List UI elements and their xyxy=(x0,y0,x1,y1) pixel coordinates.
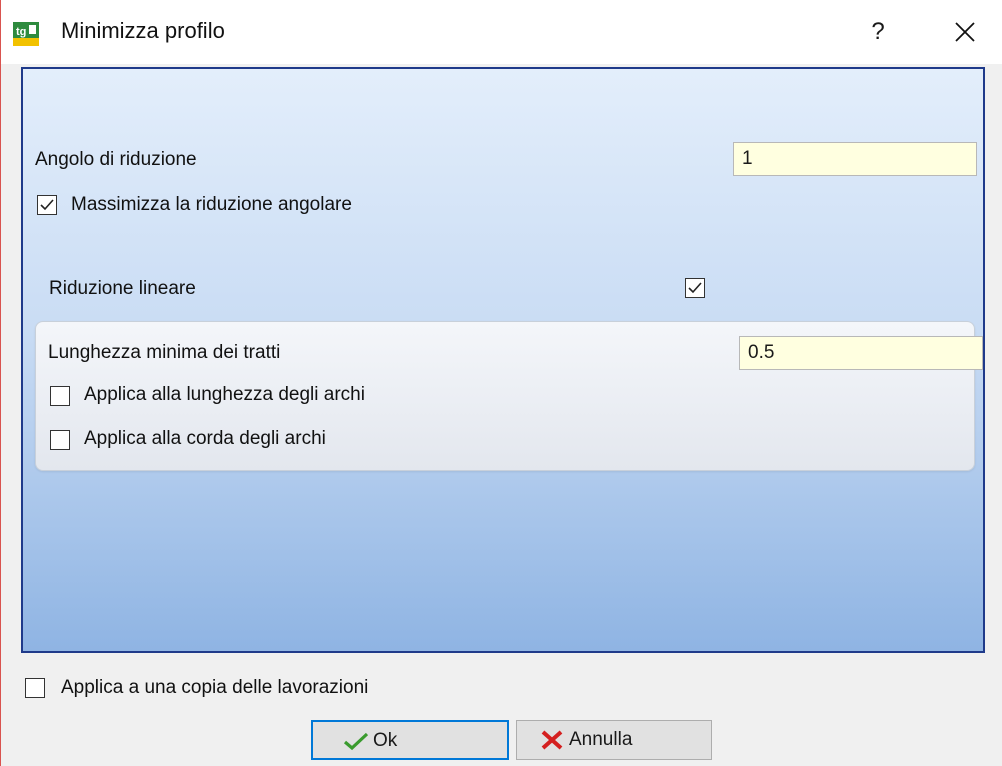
svg-text:tg: tg xyxy=(16,26,26,38)
linear-reduction-group: Lunghezza minima dei tratti 0.5 Applica … xyxy=(35,321,983,471)
checkmark-icon xyxy=(688,282,702,294)
linear-label: Riduzione lineare xyxy=(49,278,196,299)
arc-length-label: Applica alla lunghezza degli archi xyxy=(84,384,365,405)
checkmark-icon xyxy=(343,732,369,751)
maximize-label: Massimizza la riduzione angolare xyxy=(71,194,352,215)
maximize-checkbox[interactable] xyxy=(37,195,57,215)
angle-label: Angolo di riduzione xyxy=(35,149,197,170)
close-icon xyxy=(955,22,975,42)
settings-panel: Angolo di riduzione 1 Massimizza la ridu… xyxy=(21,67,985,653)
window-title: Minimizza profilo xyxy=(61,18,225,43)
cancel-label: Annulla xyxy=(569,729,633,750)
arc-chord-checkbox[interactable] xyxy=(50,430,70,450)
ok-label: Ok xyxy=(373,730,398,751)
help-button[interactable]: ? xyxy=(863,16,893,48)
ok-button[interactable]: Ok xyxy=(311,720,509,760)
copy-label: Applica a una copia delle lavorazioni xyxy=(61,677,369,698)
angle-input[interactable]: 1 xyxy=(733,142,977,176)
arc-length-checkbox[interactable] xyxy=(50,386,70,406)
x-icon xyxy=(541,730,563,750)
title-bar: tg Minimizza profilo ? xyxy=(1,0,1002,64)
checkmark-icon xyxy=(40,199,54,211)
copy-checkbox[interactable] xyxy=(25,678,45,698)
arc-chord-label: Applica alla corda degli archi xyxy=(84,428,326,449)
min-length-input[interactable]: 0.5 xyxy=(739,336,983,370)
cancel-button[interactable]: Annulla xyxy=(516,720,712,760)
app-logo-icon: tg xyxy=(13,22,39,46)
close-button[interactable] xyxy=(947,16,983,48)
help-icon: ? xyxy=(871,18,885,45)
linear-checkbox[interactable] xyxy=(685,278,705,298)
min-length-label: Lunghezza minima dei tratti xyxy=(48,342,281,363)
dialog-window: tg Minimizza profilo ? Angolo di riduzio… xyxy=(0,0,1002,766)
